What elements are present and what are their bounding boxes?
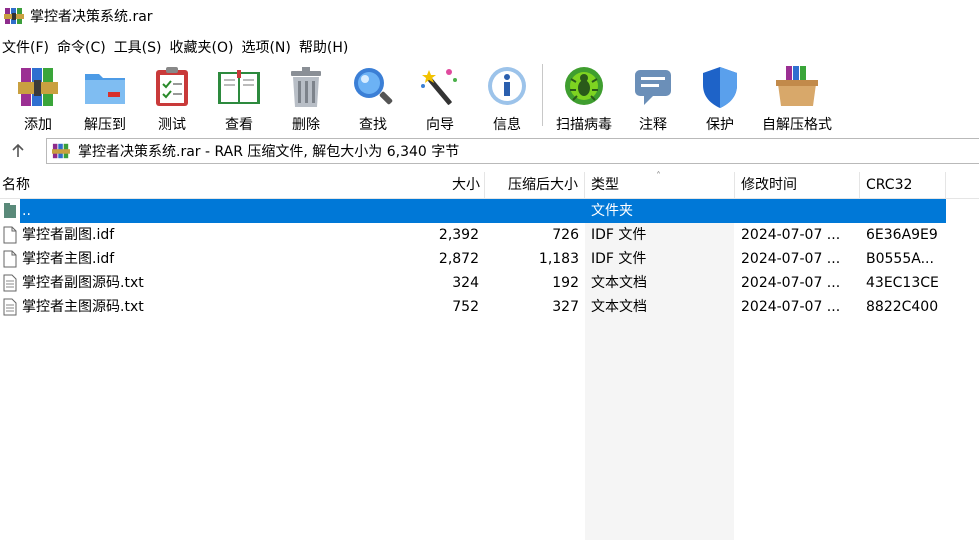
menu-bar: 文件(F) 命令(C) 工具(S) 收藏夹(O) 选项(N) 帮助(H) <box>0 36 354 58</box>
menu-tools[interactable]: 工具(S) <box>112 37 168 57</box>
row-size: 2,872 <box>438 251 479 267</box>
protect-button[interactable]: 保护 <box>689 64 751 133</box>
row-crc: B0555A... <box>866 251 934 267</box>
find-button[interactable]: 查找 <box>342 64 404 133</box>
table-row[interactable]: 掌控者主图.idf 2,872 1,183 IDF 文件 2024-07-07 … <box>0 247 979 271</box>
extract-to-button[interactable]: 解压到 <box>74 64 136 133</box>
folder-up-icon <box>3 202 17 220</box>
row-crc: 8822C400 <box>866 299 939 315</box>
sort-up-icon: ˄ <box>656 171 661 182</box>
sfx-button[interactable]: 自解压格式 <box>756 64 838 133</box>
row-modified: 2024-07-07 ... <box>741 227 841 243</box>
view-book-icon <box>218 70 260 104</box>
info-button[interactable]: 信息 <box>476 64 538 133</box>
row-size: 2,392 <box>438 227 479 243</box>
table-row[interactable]: 掌控者副图.idf 2,392 726 IDF 文件 2024-07-07 ..… <box>0 223 979 247</box>
address-text: 掌控者决策系统.rar - RAR 压缩文件, 解包大小为 6,340 字节 <box>78 144 460 160</box>
row-modified: 2024-07-07 ... <box>741 299 841 315</box>
wizard-button[interactable]: 向导 <box>409 64 471 133</box>
row-modified: 2024-07-07 ... <box>741 275 841 291</box>
comment-button[interactable]: 注释 <box>622 64 684 133</box>
row-name: 掌控者主图源码.txt <box>22 299 144 315</box>
menu-favorites[interactable]: 收藏夹(O) <box>168 37 240 57</box>
menu-file[interactable]: 文件(F) <box>0 37 55 57</box>
extract-folder-icon <box>85 74 125 104</box>
row-name: 掌控者副图.idf <box>22 227 115 243</box>
column-header: 名称 大小 压缩后大小 类型 ˄ 修改时间 CRC32 <box>0 172 979 199</box>
row-size: 752 <box>452 299 479 315</box>
row-packed: 192 <box>552 275 579 291</box>
shield-icon <box>703 67 737 108</box>
column-packed-header[interactable]: 压缩后大小 <box>485 172 585 198</box>
row-packed: 327 <box>552 299 579 315</box>
magic-wand-icon <box>421 69 457 105</box>
row-packed: 1,183 <box>538 251 579 267</box>
comment-icon <box>635 70 671 105</box>
file-icon <box>3 226 17 244</box>
file-icon <box>3 250 17 268</box>
add-button[interactable]: 添加 <box>7 64 69 133</box>
table-row[interactable]: 掌控者副图源码.txt 324 192 文本文档 2024-07-07 ... … <box>0 271 979 295</box>
row-crc: 6E36A9E9 <box>866 227 938 243</box>
row-type: 文本文档 <box>591 299 647 315</box>
view-button[interactable]: 查看 <box>208 64 270 133</box>
table-row[interactable]: .. 文件夹 <box>20 199 946 223</box>
up-arrow-icon[interactable] <box>6 139 30 163</box>
row-type: IDF 文件 <box>591 227 647 243</box>
file-list: 名称 大小 压缩后大小 类型 ˄ 修改时间 CRC32 .. 文件夹 掌控者副图… <box>0 172 979 540</box>
winrar-app-icon <box>4 6 24 26</box>
text-file-icon <box>3 274 17 292</box>
row-type: 文本文档 <box>591 275 647 291</box>
text-file-icon <box>3 298 17 316</box>
magnifier-icon <box>354 68 393 105</box>
menu-commands[interactable]: 命令(C) <box>55 37 112 57</box>
trash-can-icon <box>291 67 321 107</box>
virus-scan-icon <box>565 67 603 105</box>
table-row[interactable]: 掌控者主图源码.txt 752 327 文本文档 2024-07-07 ... … <box>0 295 979 319</box>
info-icon <box>488 67 526 105</box>
address-bar[interactable]: 掌控者决策系统.rar - RAR 压缩文件, 解包大小为 6,340 字节 <box>46 138 979 164</box>
toolbar: 添加 解压到 测试 查看 删除 查找 向导 信息 扫描病毒 注释 保护 自解压格… <box>0 60 979 133</box>
column-name-header[interactable]: 名称 <box>0 172 485 198</box>
window-title: 掌控者决策系统.rar <box>30 9 153 25</box>
menu-help[interactable]: 帮助(H) <box>297 37 354 57</box>
scan-virus-button[interactable]: 扫描病毒 <box>549 64 619 133</box>
archive-icon <box>52 142 70 160</box>
row-modified: 2024-07-07 ... <box>741 251 841 267</box>
row-name: .. <box>22 203 31 219</box>
column-size-header[interactable]: 大小 <box>440 172 482 198</box>
row-crc: 43EC13CE <box>866 275 939 291</box>
address-row: 掌控者决策系统.rar - RAR 压缩文件, 解包大小为 6,340 字节 <box>0 136 979 166</box>
row-packed: 726 <box>552 227 579 243</box>
column-modified-header[interactable]: 修改时间 <box>735 172 860 198</box>
column-crc-header[interactable]: CRC32 <box>860 172 946 198</box>
test-button[interactable]: 测试 <box>141 64 203 133</box>
test-clipboard-icon <box>156 67 188 106</box>
row-name: 掌控者主图.idf <box>22 251 115 267</box>
title-bar: 掌控者决策系统.rar <box>0 0 979 32</box>
add-archive-icon <box>18 68 58 106</box>
sfx-box-icon <box>776 66 818 106</box>
row-size: 324 <box>452 275 479 291</box>
toolbar-separator <box>542 64 543 126</box>
row-type: IDF 文件 <box>591 251 647 267</box>
menu-options[interactable]: 选项(N) <box>239 37 296 57</box>
delete-button[interactable]: 删除 <box>275 64 337 133</box>
row-name: 掌控者副图源码.txt <box>22 275 144 291</box>
row-type: 文件夹 <box>591 203 633 219</box>
